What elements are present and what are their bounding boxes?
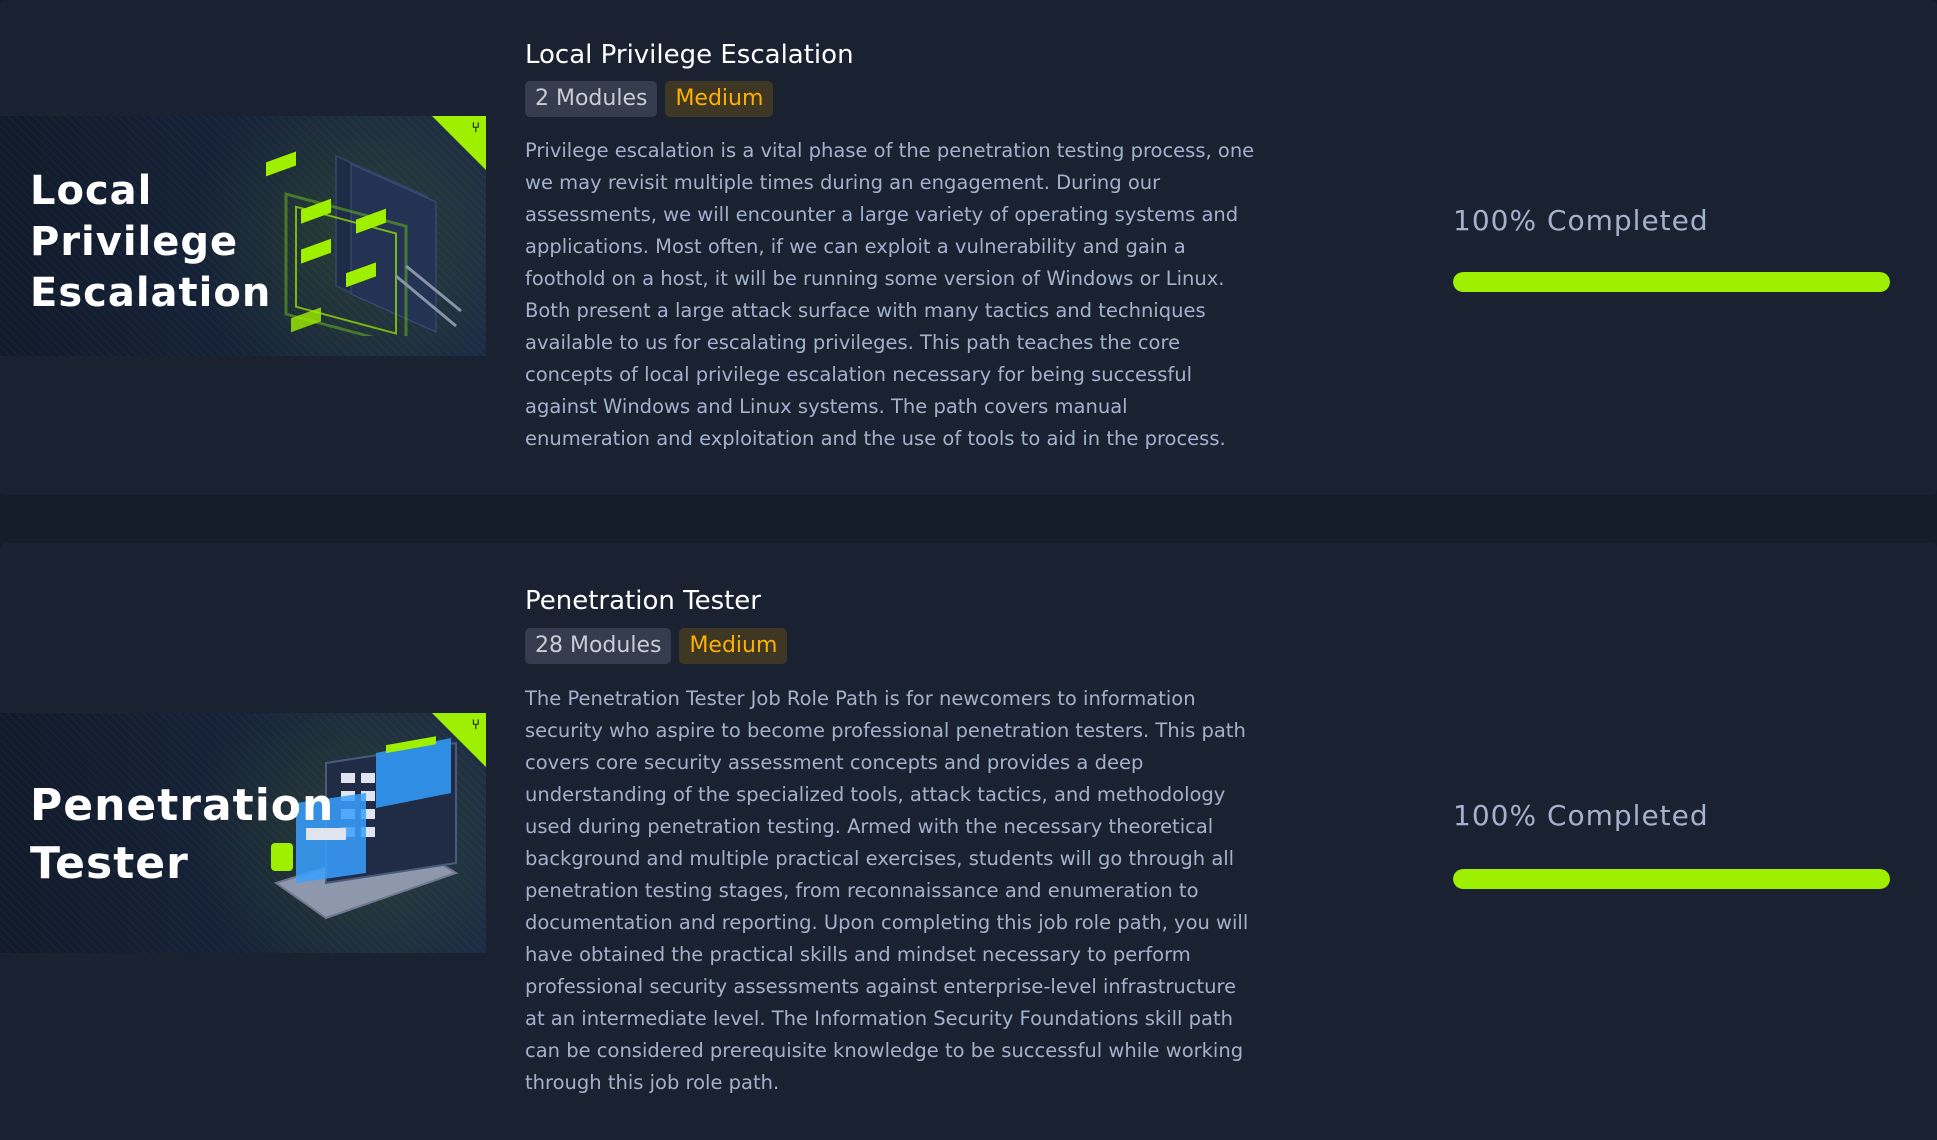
thumbnail-title: Penetration Tester (30, 780, 335, 889)
path-thumbnail[interactable]: Local Privilege Escalation ⑂ (0, 116, 486, 356)
path-icon: ⑂ (471, 717, 480, 733)
progress-label: 100% Completed (1453, 204, 1709, 237)
modules-count-badge: 28 Modules (525, 628, 672, 664)
progress-bar (1453, 272, 1890, 292)
progress-bar-fill (1453, 272, 1890, 292)
path-title[interactable]: Local Privilege Escalation (525, 40, 854, 70)
progress-bar-fill (1453, 869, 1890, 889)
difficulty-badge: Medium (665, 81, 774, 117)
progress-label: 100% Completed (1453, 799, 1709, 832)
path-badges: 2 Modules Medium (525, 81, 774, 117)
path-badges: 28 Modules Medium (525, 628, 788, 664)
path-card-penetration-tester[interactable]: Penetration Tester ⑂ Penetration Tester … (0, 543, 1937, 1140)
thumbnail-title: Local Privilege Escalation (30, 168, 272, 316)
path-description: Privilege escalation is a vital phase of… (525, 139, 1255, 450)
path-title[interactable]: Penetration Tester (525, 586, 761, 616)
path-card-local-privilege-escalation[interactable]: Local Privilege Escalation ⑂ Local Privi… (0, 0, 1937, 495)
progress-bar (1453, 869, 1890, 889)
modules-count-badge: 2 Modules (525, 81, 658, 117)
difficulty-badge: Medium (679, 628, 788, 664)
path-thumbnail[interactable]: Penetration Tester ⑂ (0, 713, 486, 953)
path-icon: ⑂ (471, 120, 480, 136)
path-description: The Penetration Tester Job Role Path is … (525, 687, 1249, 1094)
paths-list: Local Privilege Escalation ⑂ Local Privi… (0, 0, 1937, 1140)
